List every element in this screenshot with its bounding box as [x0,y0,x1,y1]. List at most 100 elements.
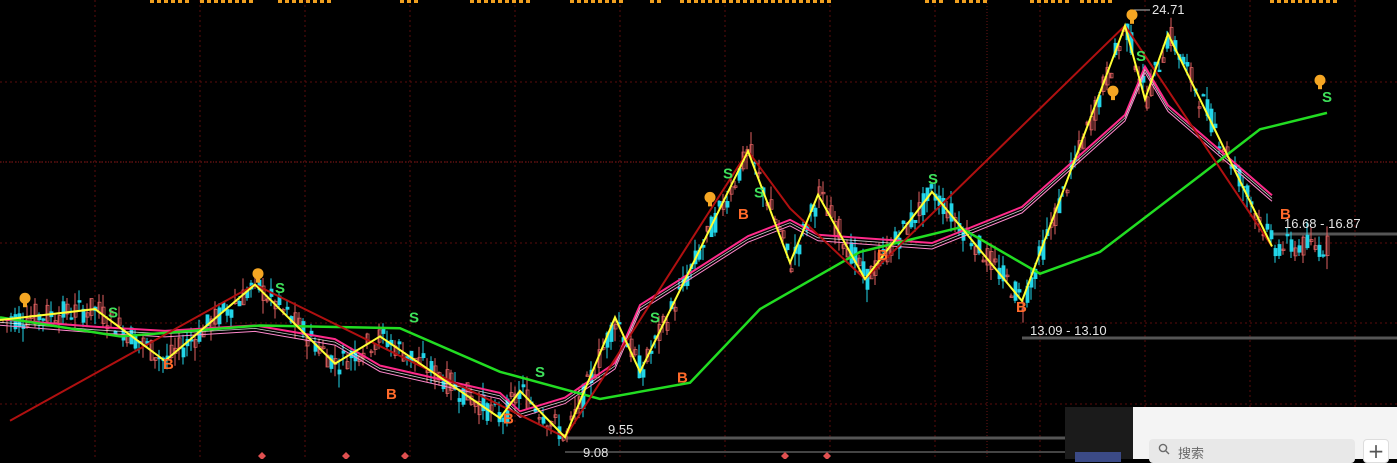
sell-signal: S [409,310,419,327]
candle-body [725,201,730,208]
top-marker [1108,0,1112,3]
sell-signal: S [535,364,545,381]
top-marker [598,0,602,3]
candle-body [225,309,230,316]
top-marker [962,0,966,3]
candle-body [77,300,82,303]
overlay-panel: 搜索 + [1065,407,1397,463]
zigzag-yellow [0,22,1273,439]
candle-body [1285,233,1290,237]
bottom-marker-icon [401,452,409,459]
candle-body [1017,289,1022,293]
top-marker [657,0,661,3]
top-marker [743,0,747,3]
candle-body [1277,244,1282,256]
top-marker [612,0,616,3]
top-marker [498,0,502,3]
top-marker [584,0,588,3]
top-marker [764,0,768,3]
candle-body [865,268,870,290]
top-marker [736,0,740,3]
candle-body [1273,248,1278,257]
top-marker [799,0,803,3]
search-input[interactable]: 搜索 [1149,439,1355,463]
top-marker [200,0,204,3]
sell-signal: S [754,184,764,201]
top-marker [976,0,980,3]
top-marker [925,0,929,3]
moving-averages [0,64,1328,418]
sell-signal: S [275,280,285,297]
top-marker [813,0,817,3]
alert-lamp-icon [252,268,264,280]
candle-body [541,417,546,424]
bottom-marker-icon [258,452,266,459]
alert-lamp-base [1111,96,1115,101]
bottom-marker-icon [342,452,350,459]
top-marker [1058,0,1062,3]
bottom-marker-icon [823,452,831,459]
top-marker [1298,0,1302,3]
candle-body [421,353,426,359]
top-marker [207,0,211,3]
sell-signal: S [723,165,733,182]
top-marker [806,0,810,3]
candle-body [69,317,74,320]
thumbnail[interactable] [1075,452,1121,462]
candle-body [1269,230,1274,240]
top-marker [185,0,189,3]
top-marker [955,0,959,3]
top-marker [470,0,474,3]
candle-body [1201,94,1206,97]
candle-body [1317,244,1322,257]
top-marker [171,0,175,3]
search-placeholder: 搜索 [1178,446,1205,461]
alert-lamp-icon [704,191,716,203]
alert-lamp-base [708,202,712,207]
candle-body [969,243,974,247]
buy-signal: B [163,356,174,373]
add-button[interactable]: + [1363,439,1389,463]
top-marker [983,0,987,3]
top-marker [694,0,698,3]
top-marker [1277,0,1281,3]
top-marker [512,0,516,3]
search-icon [1158,443,1170,455]
candle-body [61,301,66,318]
top-marker [687,0,691,3]
overlay-sidebar [1065,407,1133,462]
bottom-marker-icon [781,452,789,459]
top-marker [591,0,595,3]
top-marker [1291,0,1295,3]
candle-body [397,341,402,345]
alert-lamp-icon [19,292,31,304]
top-marker [1101,0,1105,3]
candle-body [1265,223,1270,230]
top-marker [650,0,654,3]
top-marker [505,0,509,3]
top-marker [701,0,705,3]
sell-signal: S [1136,48,1146,65]
ma-light-pink [0,71,1273,418]
top-marker [1326,0,1330,3]
top-marker [750,0,754,3]
top-marker [214,0,218,3]
top-marker [605,0,609,3]
top-marker [1319,0,1323,3]
buy-signal: B [877,247,888,264]
candle-body [1297,245,1302,253]
top-marker [491,0,495,3]
buy-signal: B [1016,299,1027,316]
top-marker [1037,0,1041,3]
sell-signal: S [1322,89,1332,106]
candle-body [901,220,906,225]
top-marker [519,0,523,3]
top-marker [228,0,232,3]
top-marker [235,0,239,3]
stock-chart[interactable]: SBSSBBSSBSSBBSBSBS 24.71 9.08 9.55 13.09… [0,0,1397,459]
top-marker [729,0,733,3]
top-marker [407,0,411,3]
alert-lamp-base [256,278,260,283]
top-marker [178,0,182,3]
top-marker [1087,0,1091,3]
